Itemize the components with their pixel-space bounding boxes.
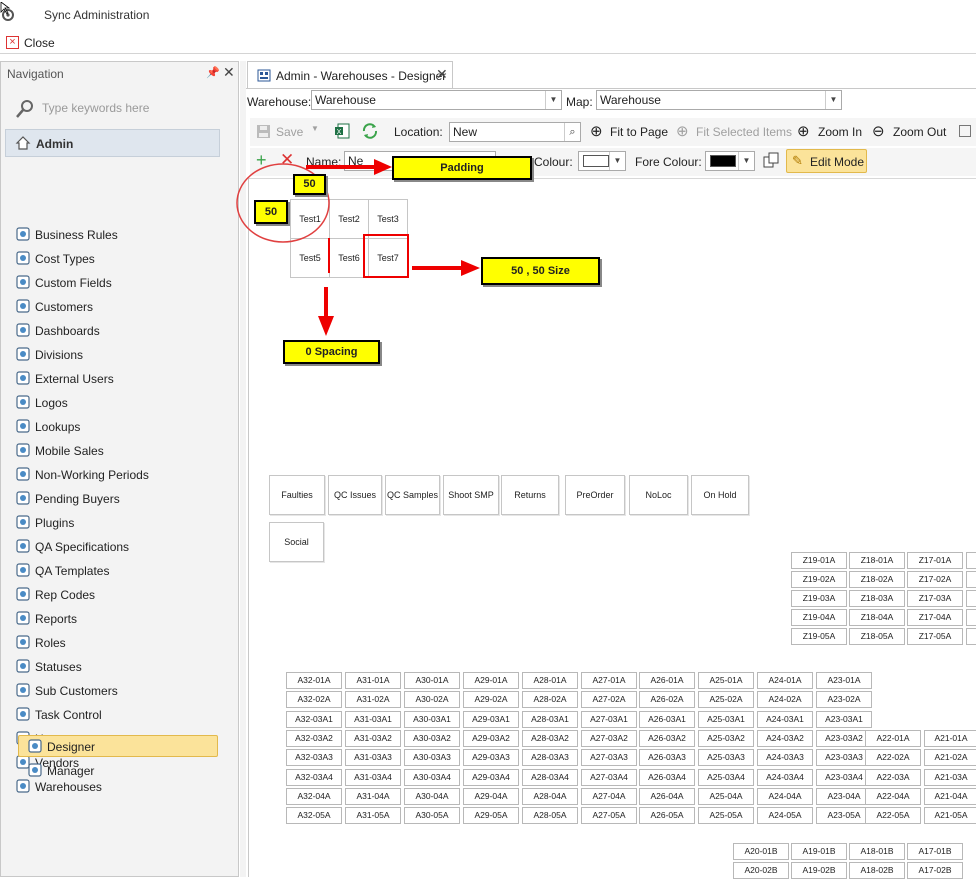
size-arrow-head [461,260,480,276]
padding-arrow-head [374,159,392,175]
spacing-note: 0 Spacing [283,340,380,364]
padding-top-note: 50 [293,174,326,195]
padding-left-note: 50 [254,200,288,224]
annotation-overlay [236,159,480,336]
size-highlight [363,234,409,278]
spacing-arrow-head [318,316,334,336]
padding-note: Padding [392,156,532,180]
size-note: 50 , 50 Size [481,257,600,285]
